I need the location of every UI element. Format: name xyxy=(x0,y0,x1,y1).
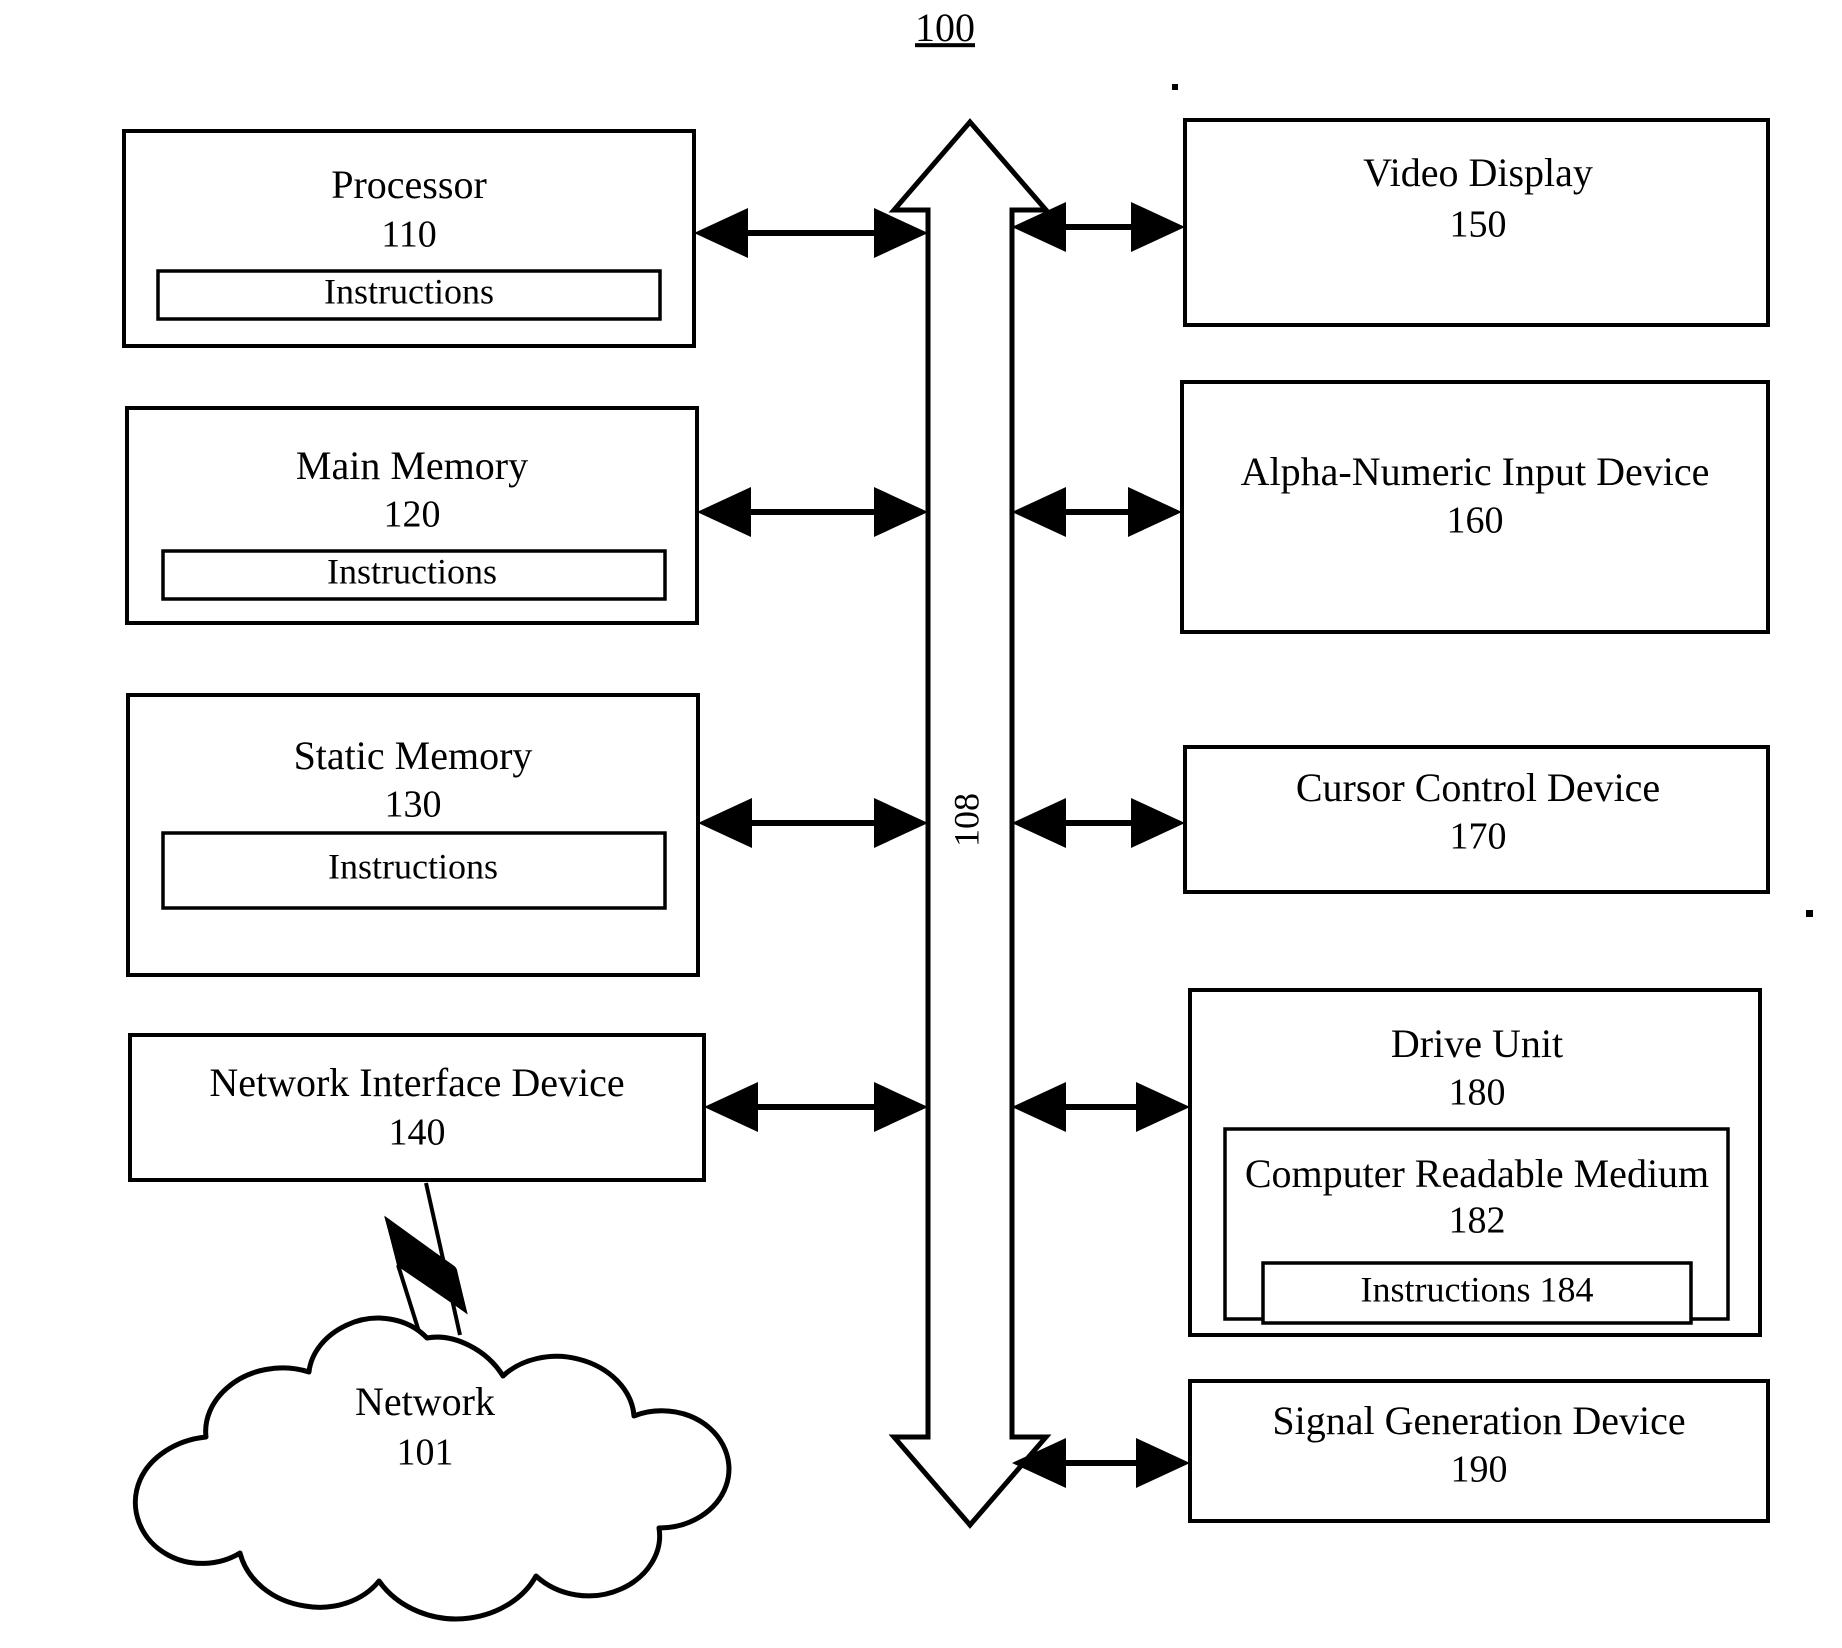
processor-instructions-label: Instructions xyxy=(324,271,494,311)
arrow-head-right xyxy=(874,798,928,848)
arrow-head-left xyxy=(1012,487,1066,537)
arrow-head-left xyxy=(704,1082,758,1132)
arrow-head-left xyxy=(694,208,748,258)
connector-bus-drive-unit xyxy=(1012,1082,1190,1132)
arrow-head-right xyxy=(1128,487,1182,537)
scan-speck xyxy=(1806,910,1813,917)
computer-readable-medium-number: 182 xyxy=(1449,1200,1506,1242)
arrow-head-right xyxy=(1131,798,1185,848)
processor-number: 110 xyxy=(381,214,437,256)
signal-generation-device-number: 190 xyxy=(1451,1449,1508,1491)
arrow-head-left xyxy=(1012,1082,1066,1132)
connector-processor-bus xyxy=(694,208,928,258)
system-bus-label: 108 xyxy=(946,793,986,847)
alpha-numeric-input-device-number: 160 xyxy=(1447,500,1504,542)
block-alpha-numeric-input-device[interactable]: Alpha-Numeric Input Device 160 xyxy=(1180,380,1770,634)
block-static-memory[interactable]: Static Memory 130 Instructions xyxy=(126,693,700,977)
drive-instructions-label: Instructions 184 xyxy=(1361,1269,1594,1309)
arrow-head-right xyxy=(874,487,928,537)
arrow-head-right xyxy=(874,1082,928,1132)
arrow-head-right xyxy=(1136,1082,1190,1132)
arrow-head-left xyxy=(697,487,751,537)
cursor-control-device-number: 170 xyxy=(1450,816,1507,858)
drive-unit-title: Drive Unit xyxy=(1391,1021,1563,1066)
block-main-memory[interactable]: Main Memory 120 Instructions xyxy=(125,406,699,625)
connector-main-memory-bus xyxy=(697,487,928,537)
scan-speck xyxy=(1172,84,1178,90)
arrow-head-right xyxy=(874,208,928,258)
system-diagram: 100 108 Processor 110 Instructions Main … xyxy=(122,5,1813,1622)
cursor-control-device-title: Cursor Control Device xyxy=(1296,765,1660,810)
network-interface-device-number: 140 xyxy=(389,1112,446,1154)
patent-figure-page: 100 108 Processor 110 Instructions Main … xyxy=(0,0,1842,1648)
main-memory-title: Main Memory xyxy=(296,443,528,488)
processor-title: Processor xyxy=(331,162,487,207)
static-memory-instructions-label: Instructions xyxy=(328,846,498,886)
connector-bus-cursor-control xyxy=(1012,798,1185,848)
block-video-display[interactable]: Video Display 150 xyxy=(1183,118,1770,327)
video-display-title: Video Display xyxy=(1363,150,1593,195)
figure-number-text: 100 xyxy=(915,5,975,50)
network-cloud-title: Network xyxy=(355,1379,495,1424)
main-memory-number: 120 xyxy=(384,494,441,536)
connector-bus-alpha-numeric xyxy=(1012,487,1182,537)
network-interface-device-box[interactable] xyxy=(128,1033,706,1182)
connector-static-memory-bus xyxy=(698,798,928,848)
arrow-head-right xyxy=(1136,1438,1190,1488)
signal-generation-device-title: Signal Generation Device xyxy=(1272,1398,1685,1443)
block-processor[interactable]: Processor 110 Instructions xyxy=(122,129,696,348)
main-memory-instructions-label: Instructions xyxy=(327,551,497,591)
network-cloud-number: 101 xyxy=(397,1432,454,1474)
network-cloud[interactable]: Network 101 xyxy=(132,1315,732,1622)
static-memory-number: 130 xyxy=(385,784,442,826)
block-network-interface-device[interactable]: Network Interface Device 140 xyxy=(128,1033,706,1182)
network-interface-device-title: Network Interface Device xyxy=(209,1060,624,1105)
computer-readable-medium-title: Computer Readable Medium xyxy=(1245,1151,1709,1196)
alpha-numeric-input-device-title: Alpha-Numeric Input Device xyxy=(1241,449,1710,494)
block-signal-generation-device[interactable]: Signal Generation Device 190 xyxy=(1188,1379,1770,1523)
arrow-head-left xyxy=(1012,798,1066,848)
static-memory-title: Static Memory xyxy=(294,733,533,778)
block-drive-unit[interactable]: Drive Unit 180 Computer Readable Medium … xyxy=(1188,988,1762,1337)
connector-network-interface-bus xyxy=(704,1082,928,1132)
drive-unit-number: 180 xyxy=(1449,1072,1506,1114)
figure-number: 100 xyxy=(915,5,975,50)
video-display-number: 150 xyxy=(1450,204,1507,246)
arrow-head-left xyxy=(698,798,752,848)
block-cursor-control-device[interactable]: Cursor Control Device 170 xyxy=(1183,745,1770,894)
arrow-head-right xyxy=(1131,202,1185,252)
